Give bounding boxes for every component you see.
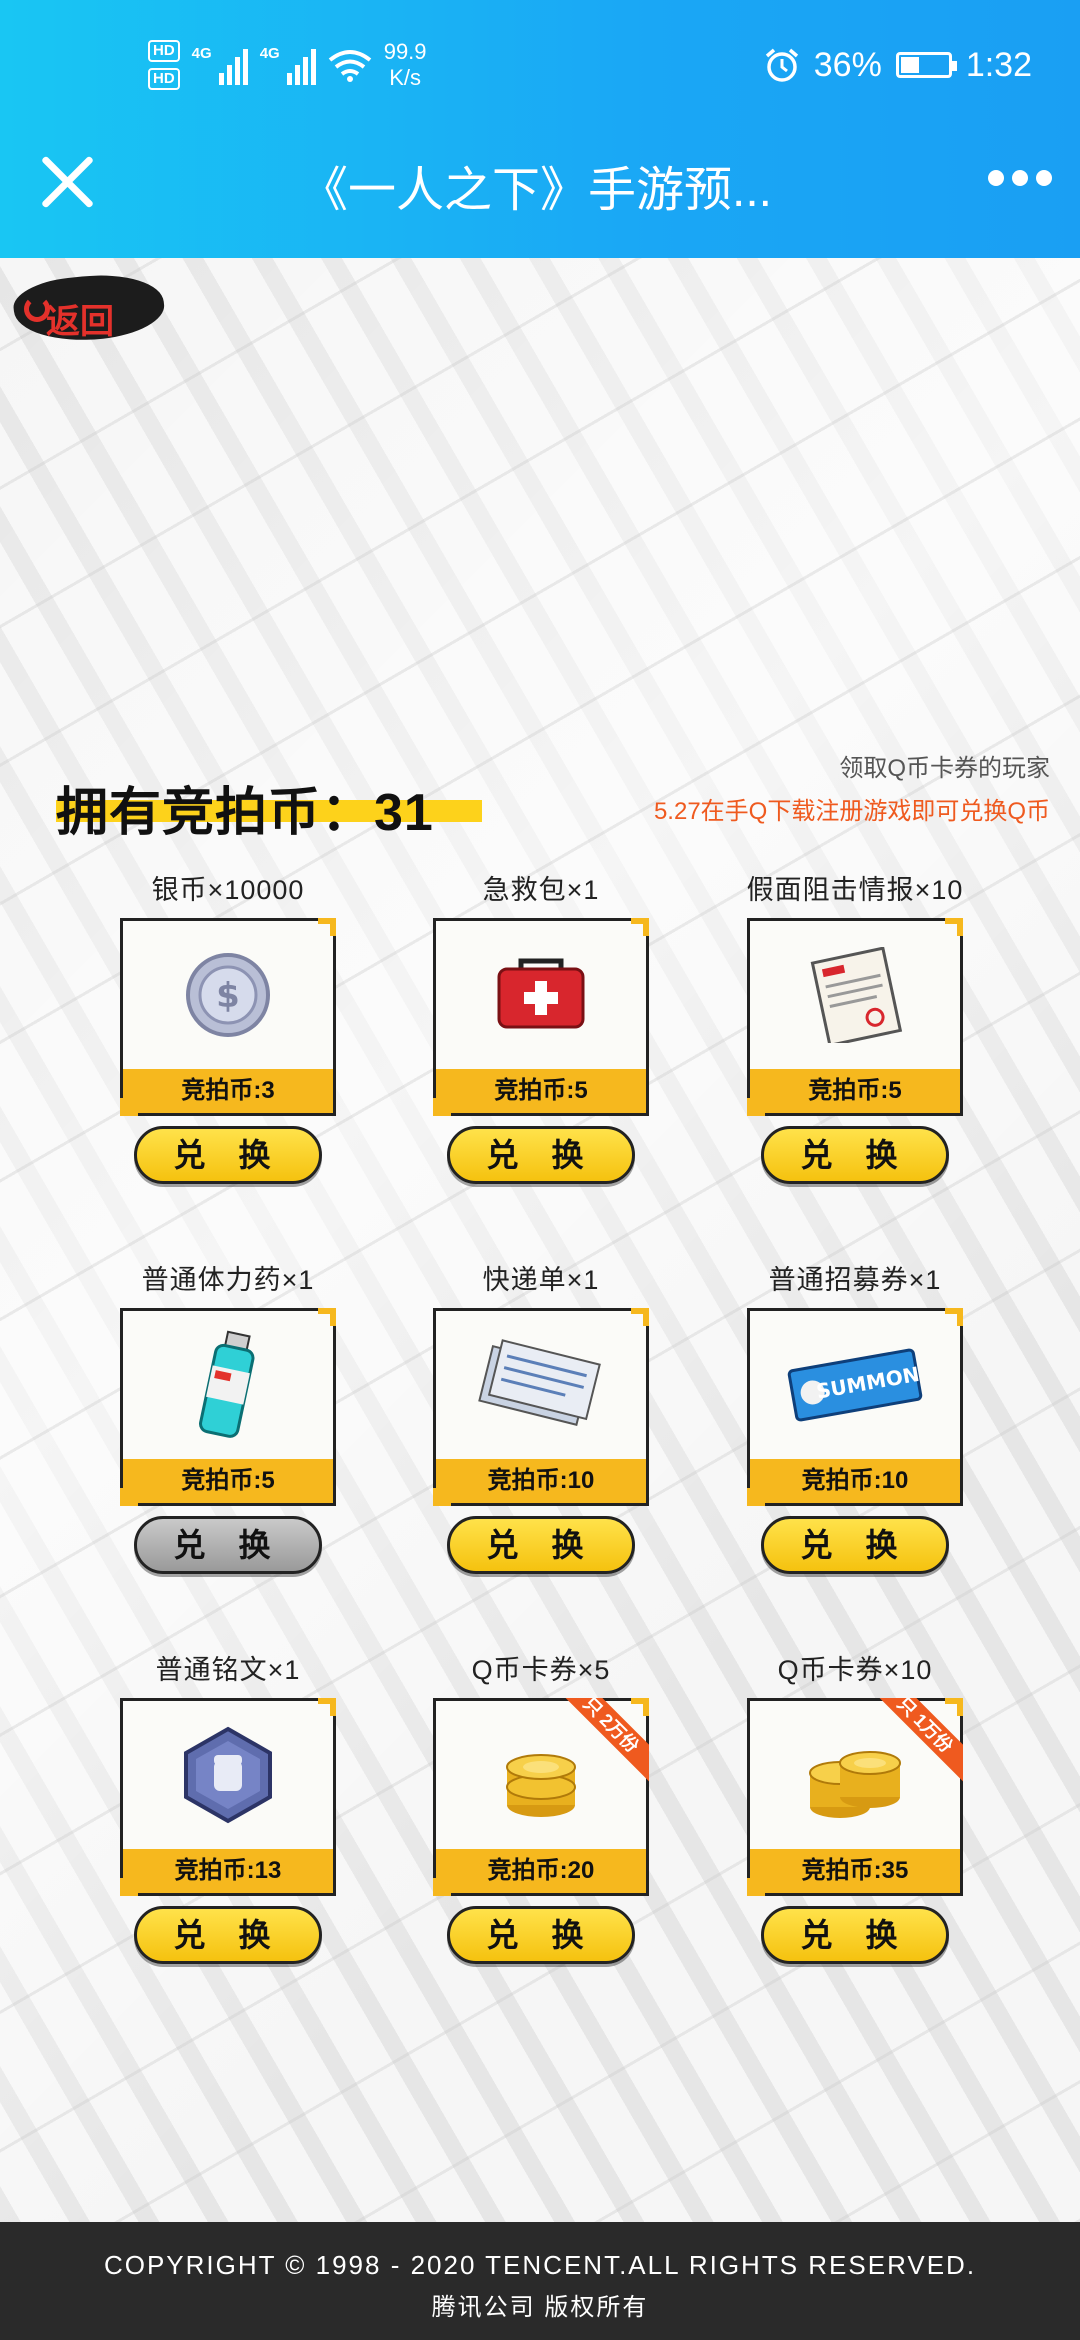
silver-coin-icon: $ bbox=[186, 953, 270, 1037]
hd-indicator: HD HD bbox=[148, 40, 180, 90]
item-price: 竞拍币:13 bbox=[123, 1849, 333, 1893]
speed-value: 99.9 bbox=[383, 39, 427, 64]
network-type-2: 4G bbox=[259, 45, 280, 62]
item-price: 竞拍币:10 bbox=[750, 1459, 960, 1503]
item-card[interactable]: 竞拍币:5 bbox=[747, 918, 963, 1116]
redeem-button[interactable]: 兑 换 bbox=[134, 1906, 322, 1964]
coin-balance: 拥有竞拍币：31 bbox=[56, 770, 482, 845]
copyright-text: COPYRIGHT © 1998 - 2020 TENCENT.ALL RIGH… bbox=[103, 2250, 977, 2280]
note-line-2: 5.27在手Q下载注册游戏即可兑换Q币 bbox=[653, 798, 1050, 825]
item-card[interactable]: 只 2万份 竞拍币:20 bbox=[433, 1698, 649, 1896]
redeem-button-disabled[interactable]: 兑 换 bbox=[134, 1516, 322, 1574]
shop-content[interactable]: 返回 拥有竞拍币：31 领取Q币卡券的玩家 5.27在手Q下载注册游戏即可兑换Q… bbox=[0, 258, 1080, 2222]
network-speed: 99.9 K/s bbox=[384, 39, 427, 91]
item-name: 普通体力药×1 bbox=[141, 1265, 315, 1295]
shop-item: Q币卡券×10 只 1万份 竞拍币:35 兑 换 bbox=[747, 1650, 963, 1964]
item-name: 快递单×1 bbox=[482, 1265, 600, 1295]
close-button[interactable] bbox=[36, 150, 100, 214]
shop-item: 普通体力药×1 竞拍币:5 兑 换 bbox=[120, 1260, 336, 1574]
page-title: 《一人之下》手游预... bbox=[300, 164, 773, 217]
item-name: 急救包×1 bbox=[482, 875, 600, 905]
shop-item: 银币×10000 $ 竞拍币:3 兑 换 bbox=[120, 870, 336, 1184]
redeem-button[interactable]: 兑 换 bbox=[761, 1906, 949, 1964]
item-price: 竞拍币:3 bbox=[123, 1069, 333, 1113]
speed-unit: K/s bbox=[389, 65, 422, 90]
wifi-icon bbox=[328, 50, 371, 82]
gold-coins-icon bbox=[506, 1754, 576, 1817]
redeem-button[interactable]: 兑 换 bbox=[761, 1126, 949, 1184]
redeem-button[interactable]: 兑 换 bbox=[134, 1126, 322, 1184]
more-options-button[interactable] bbox=[988, 170, 1052, 186]
potion-bottle-icon bbox=[199, 1330, 255, 1438]
item-name: 普通铭文×1 bbox=[155, 1655, 301, 1685]
item-name: Q币卡券×5 bbox=[471, 1655, 611, 1685]
signal-icon-2: 4G bbox=[260, 45, 316, 85]
redeem-note: 领取Q币卡券的玩家 5.27在手Q下载注册游戏即可兑换Q币 bbox=[654, 748, 1050, 826]
redeem-button[interactable]: 兑 换 bbox=[447, 1516, 635, 1574]
item-price: 竞拍币:10 bbox=[436, 1459, 646, 1503]
gold-coins-icon bbox=[809, 1751, 901, 1818]
hd-badge-2: HD bbox=[148, 68, 180, 90]
item-card[interactable]: 竞拍币:5 bbox=[120, 1308, 336, 1506]
delivery-slip-icon bbox=[478, 1339, 601, 1426]
inscription-icon bbox=[184, 1726, 272, 1824]
item-name: 假面阻击情报×10 bbox=[746, 875, 964, 905]
summon-ticket-icon: SUMMON bbox=[787, 1348, 923, 1422]
page-footer: COPYRIGHT © 1998 - 2020 TENCENT.ALL RIGH… bbox=[0, 2222, 1080, 2340]
shop-item: 普通铭文×1 竞拍币:13 兑 换 bbox=[120, 1650, 336, 1964]
shop-item: 假面阻击情报×10 竞拍币:5 兑 换 bbox=[747, 870, 963, 1184]
shop-item: Q币卡券×5 只 2万份 竞拍币:20 兑 换 bbox=[433, 1650, 649, 1964]
network-type-1: 4G bbox=[191, 45, 212, 62]
first-aid-kit-icon bbox=[497, 958, 585, 1029]
signal-icon: 4G bbox=[192, 45, 248, 85]
note-line-1: 领取Q币卡券的玩家 bbox=[839, 755, 1050, 782]
shop-item: 普通招募券×1 SUMMON 竞拍币:10 兑 换 bbox=[747, 1260, 963, 1574]
battery-icon bbox=[895, 52, 957, 78]
item-card[interactable]: $ 竞拍币:3 bbox=[120, 918, 336, 1116]
battery-percent: 36% bbox=[813, 45, 882, 84]
item-name: 普通招募券×1 bbox=[768, 1265, 942, 1295]
app-header: HD HD 4G 4G 99.9 K/s 36% 1:32 《一人之下》手游预.… bbox=[0, 0, 1080, 258]
svg-text:$: $ bbox=[216, 976, 240, 1016]
redeem-button[interactable]: 兑 换 bbox=[761, 1516, 949, 1574]
coin-balance-label: 拥有竞拍币：31 bbox=[56, 784, 434, 842]
clock: 1:32 bbox=[965, 45, 1032, 84]
item-price: 竞拍币:20 bbox=[436, 1849, 646, 1893]
document-icon bbox=[810, 947, 903, 1043]
item-card[interactable]: 竞拍币:10 bbox=[433, 1308, 649, 1506]
back-label: 返回 bbox=[46, 302, 114, 342]
item-card[interactable]: 只 1万份 竞拍币:35 bbox=[747, 1698, 963, 1896]
item-card[interactable]: 竞拍币:5 bbox=[433, 918, 649, 1116]
item-price: 竞拍币:35 bbox=[750, 1849, 960, 1893]
alarm-icon bbox=[765, 48, 798, 82]
item-price: 竞拍币:5 bbox=[750, 1069, 960, 1113]
item-price: 竞拍币:5 bbox=[436, 1069, 646, 1113]
item-card[interactable]: 竞拍币:13 bbox=[120, 1698, 336, 1896]
back-button[interactable]: 返回 bbox=[10, 268, 170, 348]
shop-item: 快递单×1 竞拍币:10 兑 换 bbox=[433, 1260, 649, 1574]
item-name: 银币×10000 bbox=[151, 875, 305, 905]
status-bar-right: 36% 1:32 bbox=[764, 30, 1032, 100]
item-price: 竞拍币:5 bbox=[123, 1459, 333, 1503]
redeem-button[interactable]: 兑 换 bbox=[447, 1126, 635, 1184]
company-text: 腾讯公司 版权所有 bbox=[431, 2294, 649, 2321]
redeem-button[interactable]: 兑 换 bbox=[447, 1906, 635, 1964]
status-bar-left: HD HD 4G 4G 99.9 K/s bbox=[148, 30, 427, 100]
hd-badge-1: HD bbox=[148, 40, 180, 62]
item-name: Q币卡券×10 bbox=[777, 1655, 933, 1685]
item-card[interactable]: SUMMON 竞拍币:10 bbox=[747, 1308, 963, 1506]
shop-item: 急救包×1 竞拍币:5 兑 换 bbox=[433, 870, 649, 1184]
